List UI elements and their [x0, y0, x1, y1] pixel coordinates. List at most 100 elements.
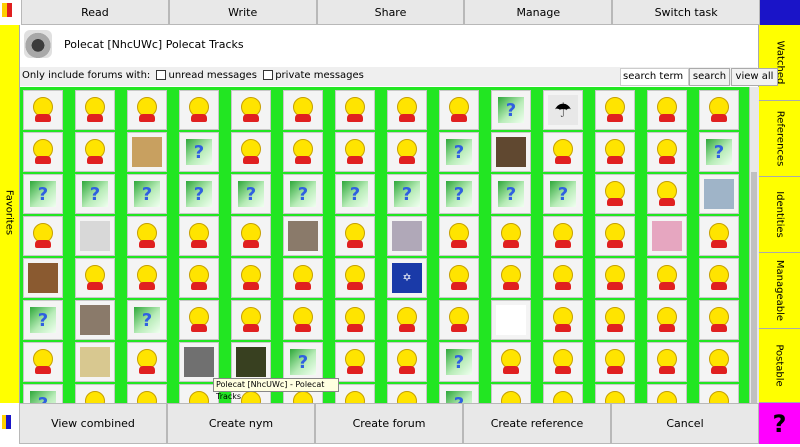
forum-tile[interactable]	[283, 258, 323, 298]
favorites-sidebar[interactable]: Favorites	[0, 25, 20, 403]
forum-tile[interactable]	[23, 132, 63, 172]
help-button[interactable]: ?	[759, 403, 800, 444]
create-nym-button[interactable]: Create nym	[167, 403, 315, 444]
view-all-button[interactable]: view all	[731, 68, 778, 86]
forum-tile[interactable]: ?	[335, 174, 375, 214]
forum-tile[interactable]	[127, 216, 167, 256]
forum-tile[interactable]: ?	[127, 174, 167, 214]
forum-tile[interactable]	[23, 216, 63, 256]
forum-tile[interactable]	[439, 90, 479, 130]
forum-tile[interactable]	[231, 342, 271, 382]
forum-tile[interactable]	[335, 258, 375, 298]
forum-tile[interactable]	[387, 90, 427, 130]
forum-tile[interactable]	[283, 300, 323, 340]
forum-tile[interactable]: ?	[179, 174, 219, 214]
forum-tile[interactable]	[75, 384, 115, 403]
forum-tile[interactable]	[647, 132, 687, 172]
forum-tile[interactable]	[75, 258, 115, 298]
forum-tile[interactable]: ?	[491, 90, 531, 130]
forum-tile[interactable]	[127, 342, 167, 382]
forum-tile[interactable]	[335, 216, 375, 256]
forum-tile[interactable]	[543, 342, 583, 382]
forum-tile[interactable]	[595, 258, 635, 298]
forum-tile[interactable]	[543, 300, 583, 340]
forum-tile[interactable]	[179, 342, 219, 382]
forum-tile[interactable]: ?	[23, 300, 63, 340]
create-forum-button[interactable]: Create forum	[315, 403, 463, 444]
forum-tile[interactable]: ?	[231, 174, 271, 214]
private-checkbox[interactable]	[263, 70, 274, 80]
forum-tile[interactable]	[647, 90, 687, 130]
forum-tile[interactable]	[647, 342, 687, 382]
view-combined-button[interactable]: View combined	[19, 403, 167, 444]
forum-tile[interactable]	[699, 216, 739, 256]
forum-tile[interactable]: ?	[23, 174, 63, 214]
forum-tile[interactable]	[335, 384, 375, 403]
forum-tile[interactable]	[23, 342, 63, 382]
forum-tile[interactable]	[491, 216, 531, 256]
forum-tile[interactable]: ☂	[543, 90, 583, 130]
forum-tile[interactable]	[179, 216, 219, 256]
forum-tile[interactable]	[699, 384, 739, 403]
forum-tile[interactable]	[647, 300, 687, 340]
scrollbar-thumb[interactable]	[751, 172, 757, 412]
forum-tile[interactable]	[75, 90, 115, 130]
tab-references[interactable]: References	[758, 101, 800, 177]
tab-manage[interactable]: Manage	[464, 0, 613, 25]
forum-tile[interactable]: ✡	[387, 258, 427, 298]
forum-tile[interactable]	[699, 90, 739, 130]
forum-tile[interactable]: ?	[127, 300, 167, 340]
forum-tile[interactable]	[335, 300, 375, 340]
forum-tile[interactable]	[491, 258, 531, 298]
tab-watched[interactable]: Watched	[758, 25, 800, 101]
forum-tile[interactable]	[699, 174, 739, 214]
forum-tile[interactable]	[127, 258, 167, 298]
tab-write[interactable]: Write	[168, 0, 317, 25]
forum-tile[interactable]: ?	[75, 174, 115, 214]
tab-read[interactable]: Read	[21, 0, 169, 25]
forum-tile[interactable]	[179, 258, 219, 298]
forum-tile[interactable]	[647, 174, 687, 214]
forum-tile[interactable]	[439, 258, 479, 298]
tab-switch-task[interactable]: Switch task	[612, 0, 760, 25]
forum-tile[interactable]	[75, 216, 115, 256]
forum-tile[interactable]: ?	[543, 174, 583, 214]
tab-manageable[interactable]: Manageable	[758, 253, 800, 329]
search-button[interactable]: search	[689, 68, 730, 86]
tab-postable[interactable]: Postable	[758, 329, 800, 403]
forum-tile[interactable]: ?	[283, 342, 323, 382]
forum-tile[interactable]	[335, 132, 375, 172]
forum-tile[interactable]	[699, 258, 739, 298]
forum-tile[interactable]	[647, 384, 687, 403]
forum-tile[interactable]	[23, 258, 63, 298]
forum-tile[interactable]	[439, 300, 479, 340]
forum-tile[interactable]	[543, 258, 583, 298]
forum-tile[interactable]	[335, 342, 375, 382]
forum-tile[interactable]	[387, 216, 427, 256]
forum-tile[interactable]	[595, 174, 635, 214]
forum-tile[interactable]	[75, 300, 115, 340]
forum-tile[interactable]	[595, 384, 635, 403]
forum-tile[interactable]	[543, 132, 583, 172]
forum-tile[interactable]	[439, 216, 479, 256]
forum-tile[interactable]	[387, 342, 427, 382]
forum-tile[interactable]	[491, 342, 531, 382]
forum-tile[interactable]	[335, 90, 375, 130]
tab-share[interactable]: Share	[316, 0, 465, 25]
forum-tile[interactable]: ?	[179, 132, 219, 172]
forum-tile[interactable]	[387, 384, 427, 403]
forum-tile[interactable]	[231, 216, 271, 256]
forum-tile[interactable]: ?	[439, 132, 479, 172]
forum-tile[interactable]	[647, 258, 687, 298]
forum-tile[interactable]: ?	[23, 384, 63, 403]
cancel-button[interactable]: Cancel	[611, 403, 759, 444]
forum-tile[interactable]	[647, 216, 687, 256]
forum-tile[interactable]	[75, 132, 115, 172]
forum-tile[interactable]	[179, 90, 219, 130]
forum-tile[interactable]	[127, 132, 167, 172]
forum-tile[interactable]	[595, 132, 635, 172]
forum-tile[interactable]	[491, 132, 531, 172]
forum-tile[interactable]	[595, 300, 635, 340]
forum-tile[interactable]	[595, 90, 635, 130]
forum-tile[interactable]	[283, 132, 323, 172]
